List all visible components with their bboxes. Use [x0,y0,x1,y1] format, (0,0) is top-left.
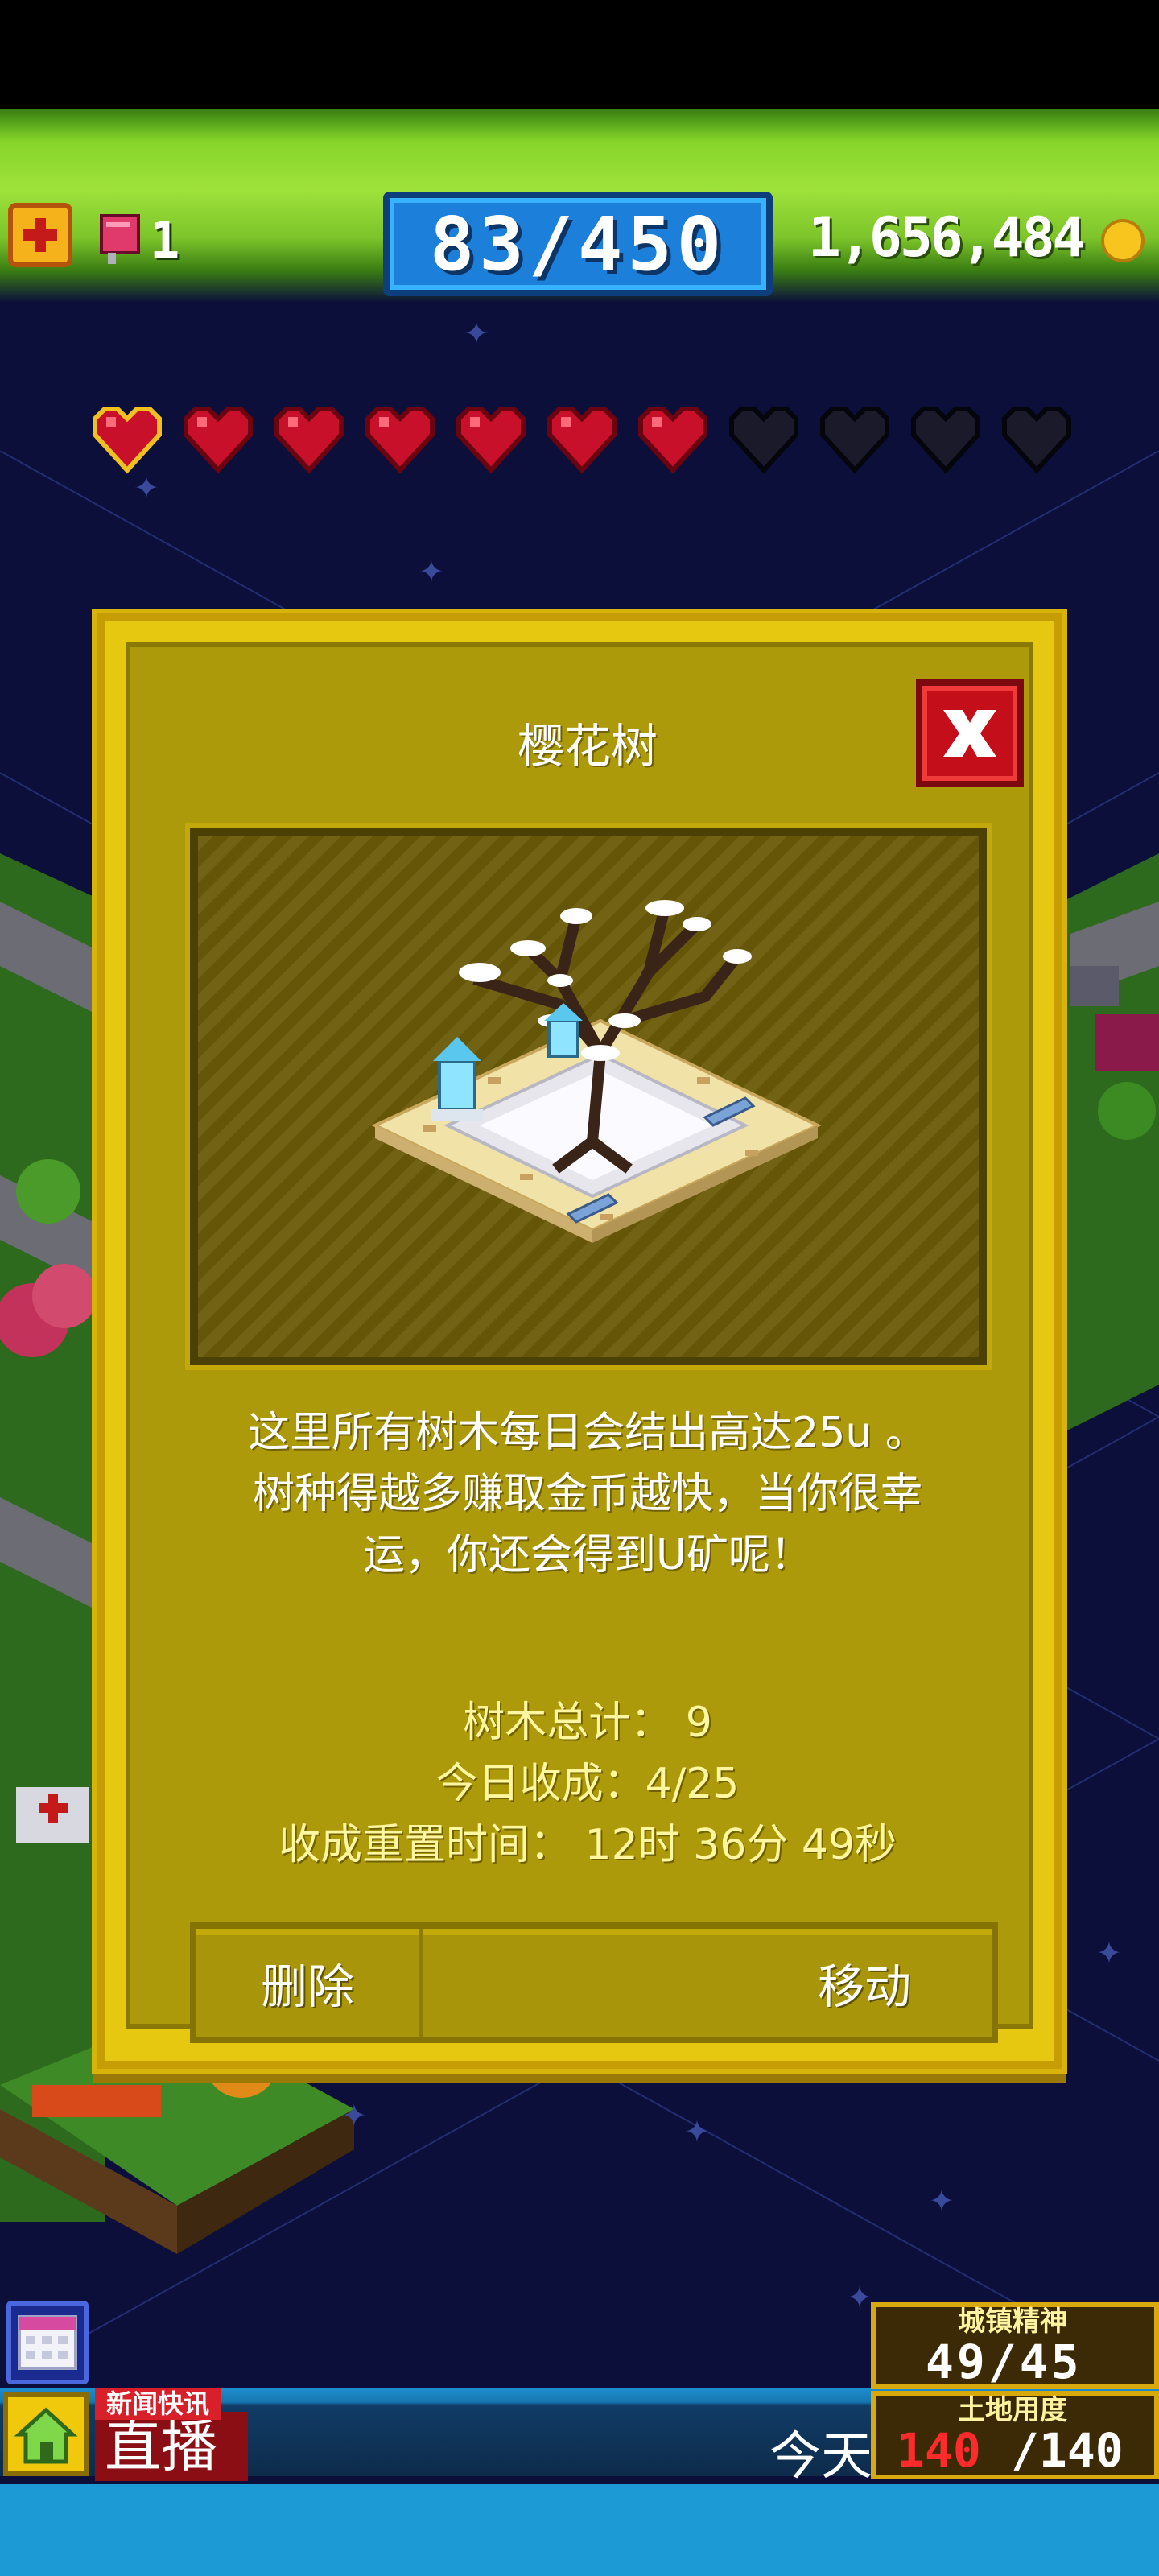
add-icon [23,218,57,252]
town-spirit-value: 49/45 [926,2334,1083,2389]
delete-button[interactable]: 删除 [196,1929,423,2037]
description-line: 树种得越多赚取金币越快，当你很幸 [252,1470,922,1518]
land-usage-title: 土地用度 [958,2394,1067,2426]
news-ticker-text: 今天 [769,2427,872,2487]
home-icon [14,2407,78,2464]
heart-empty-icon [911,407,980,474]
harvest-reset-time: 收成重置时间： 12时 36分 49秒 [278,1821,897,1869]
heart-filled-icon [456,407,526,474]
heart-filled-icon [638,407,707,474]
close-icon [943,710,996,757]
tree-total: 树木总计： 9 [463,1699,712,1747]
move-button[interactable]: 移动 [423,1929,992,2037]
live-label: 直播 [95,2412,248,2481]
population-text: 83/450 [429,200,727,287]
heart-filled-icon [547,407,617,474]
tree-preview-frame [190,828,987,1365]
city-left [0,853,105,2222]
land-used-value: 140 [897,2423,981,2478]
population-counter[interactable]: 83/450 [383,192,773,296]
heart-filled-icon [93,407,162,474]
heart-filled-icon [274,407,344,474]
star-decoration: ✦ [419,554,444,589]
tree-stats: 树木总计： 9 今日收成：4/25 收成重置时间： 12时 36分 49秒 [185,1692,990,1876]
lantern [431,1037,483,1121]
cherry-tree-image [371,900,822,1243]
coin-icon[interactable] [1101,219,1145,262]
news-label: 新闻快讯 [95,2388,221,2420]
city-right [1062,853,1159,1433]
tree-description: 这里所有树木每日会结出高达25u 。 树种得越多赚取金币越快，当你很幸 运，你还… [185,1402,990,1586]
home-button[interactable] [3,2392,89,2476]
add-button[interactable] [8,203,72,267]
heart-filled-icon [365,407,435,474]
star-decoration: ✦ [1096,1935,1122,1971]
happiness-hearts [89,402,1079,483]
land-capacity-value: /140 [1011,2423,1124,2478]
harvest-today: 今日收成：4/25 [435,1760,740,1808]
description-line: 运，你还会得到U矿呢！ [362,1531,813,1579]
heart-empty-icon [820,407,889,474]
star-decoration: ✦ [929,2183,955,2219]
star-decoration: ✦ [684,2114,710,2149]
close-button[interactable] [916,679,1024,787]
heart-empty-icon [1002,407,1071,474]
star-decoration: ✦ [341,2098,367,2133]
mail-icon[interactable] [97,213,145,267]
status-strip [0,0,1159,109]
calendar-icon [18,2315,77,2370]
dialog-actions: 删除 移动 [190,1922,998,2043]
star-decoration: ✦ [464,316,489,351]
mail-count: 1 [150,211,180,270]
description-line: 这里所有树木每日会结出高达25u 。 [248,1409,927,1457]
heart-empty-icon [729,407,798,474]
star-decoration: ✦ [847,2280,872,2315]
bottom-strip [0,2484,1159,2576]
coin-count: 1,656,484 [808,206,1085,270]
heart-filled-icon [184,407,253,474]
town-spirit-title: 城镇精神 [958,2306,1067,2338]
calendar-button[interactable] [6,2301,89,2384]
tree-info-dialog: 樱花树 这里所有树木每日会结出高达25u 。 树种得越多赚取金币越快，当你很幸 … [97,613,1062,2069]
